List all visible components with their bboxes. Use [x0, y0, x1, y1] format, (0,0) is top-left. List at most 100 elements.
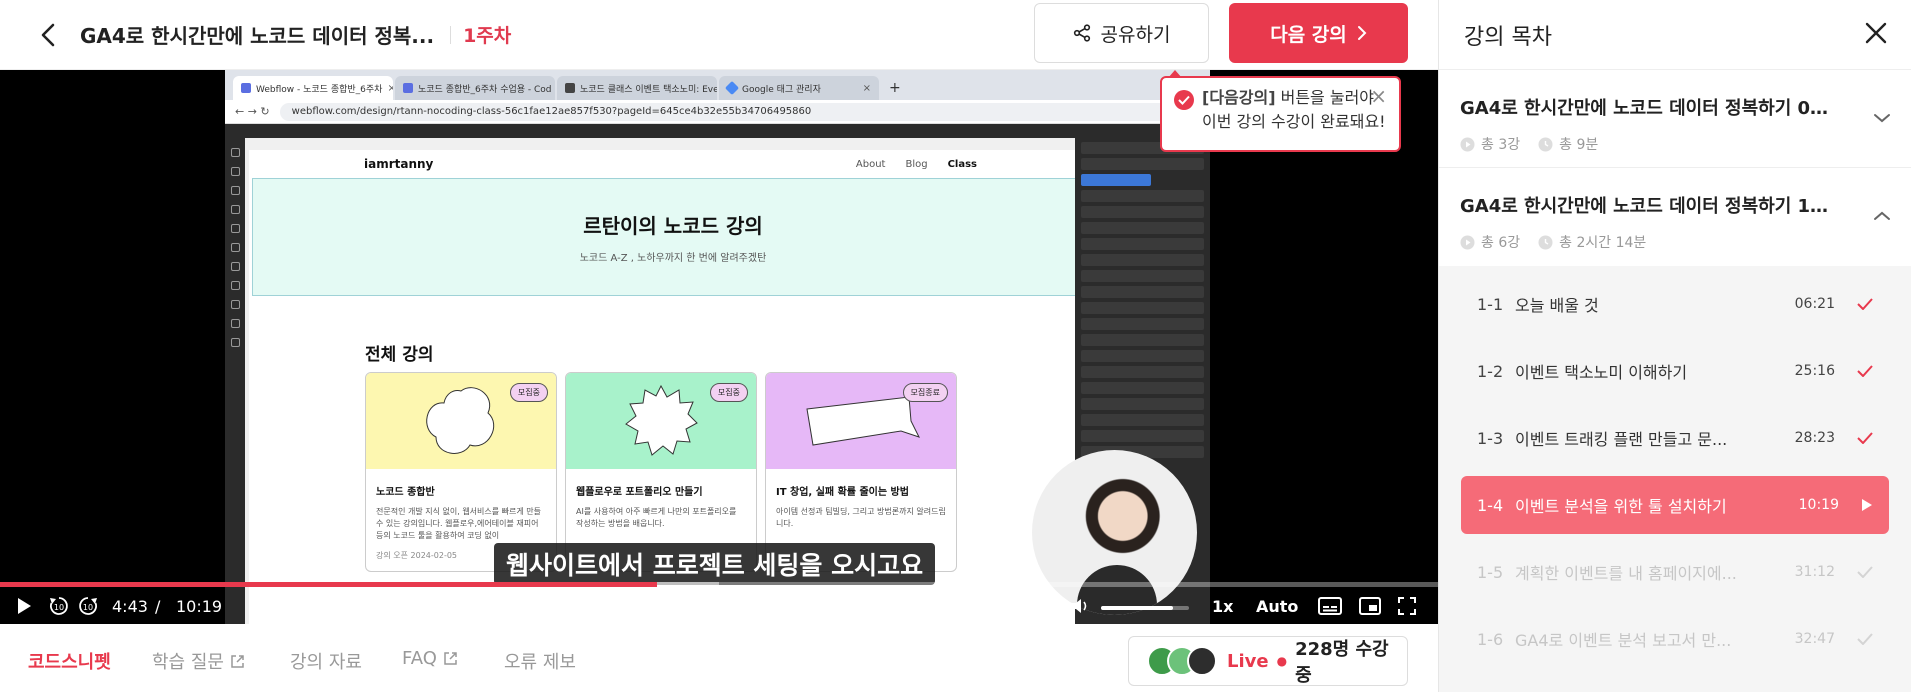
share-label: 공유하기: [1100, 23, 1171, 46]
callout-close-icon[interactable]: ×: [1370, 84, 1387, 108]
clock-icon: [1538, 235, 1553, 249]
site-links: About Blog Class: [856, 159, 977, 170]
back-button[interactable]: [30, 17, 66, 53]
chapter-meta: 총 6강 총 2시간 14분: [1460, 232, 1887, 252]
check-circle-icon: [1174, 90, 1194, 110]
lesson-count: 총 6강: [1460, 232, 1520, 252]
browser-tab: Google 태그 관리자 ×: [719, 76, 879, 100]
chevron-up-icon: [1873, 206, 1891, 225]
gtm-favicon-icon: [724, 80, 740, 96]
progress-bar[interactable]: [0, 582, 1438, 587]
chapter-duration: 총 9분: [1538, 134, 1598, 154]
title-divider: [450, 25, 452, 44]
tab-code-snippet[interactable]: 코드스니펫: [28, 648, 111, 674]
site-hero: 르탄이의 노코드 강의 노코드 A-Z , 노하우까지 한 번에 알려주겠탄: [252, 178, 1094, 296]
play-icon: [18, 598, 31, 614]
card-description: 아이템 선정과 팀빌딩, 그리고 방법론까지 알려드립니다.: [776, 507, 946, 528]
pip-button[interactable]: [1359, 597, 1381, 615]
card-thumbnail: 모집중: [366, 373, 556, 469]
check-icon: [1857, 432, 1873, 444]
site-logo: iamrtanny: [364, 157, 434, 171]
clock-icon: [1538, 137, 1553, 151]
lesson-item[interactable]: 1-5 계획한 이벤트를 내 홈페이지에... 31:12: [1461, 543, 1889, 601]
site-link-class: Class: [947, 158, 977, 170]
lesson-duration: 32:47: [1794, 631, 1835, 647]
lesson-name: GA4로 이벤트 분석 보고서 만...: [1515, 631, 1732, 650]
share-icon: [1073, 24, 1090, 42]
callout-arrow: [1168, 70, 1182, 78]
callout-line-1-rest: 버튼을 눌러야: [1275, 88, 1375, 107]
speed-button[interactable]: 1x: [1212, 597, 1233, 616]
tab-label: 오류 제보: [504, 652, 576, 673]
callout-line-1: [다음강의] 버튼을 눌러야: [1202, 86, 1389, 110]
panel-header: 강의 목차: [1439, 0, 1911, 70]
next-lecture-button[interactable]: 다음 강의: [1229, 3, 1408, 63]
callout-highlight: [다음강의]: [1202, 88, 1276, 107]
tab-lecture-materials[interactable]: 강의 자료: [290, 648, 362, 674]
chapter-1[interactable]: GA4로 한시간만에 노코드 데이터 정복하기 1... 총 6강 총 2시간 …: [1439, 168, 1911, 266]
check-icon: [1857, 365, 1873, 377]
rewind-10-button[interactable]: 10: [48, 595, 70, 617]
lesson-item[interactable]: 1-2 이벤트 택소노미 이해하기 25:16: [1461, 342, 1889, 400]
live-viewers-pill: Live ● 228명 수강 중: [1128, 636, 1408, 686]
chevron-down-icon: [1873, 108, 1891, 127]
play-button[interactable]: [16, 597, 32, 615]
card-thumbnail: 모집종료: [766, 373, 956, 469]
chapter-0[interactable]: GA4로 한시간만에 노코드 데이터 정복하기 0... 총 3강 총 9분: [1439, 70, 1911, 168]
chapter-duration-text: 총 2시간 14분: [1559, 235, 1647, 251]
chapter-title: GA4로 한시간만에 노코드 데이터 정복하기 0...: [1460, 98, 1830, 119]
lecture-page: GA4로 한시간만에 노코드 데이터 정복... 1주차 공유하기 다음 강의 …: [0, 0, 1911, 692]
check-icon: [1857, 298, 1873, 310]
new-tab-icon: +: [889, 80, 901, 96]
fullscreen-icon: [1398, 597, 1416, 615]
callout-line-2: 이번 강의 수강이 완료돼요!: [1202, 112, 1386, 131]
chapter-meta: 총 3강 총 9분: [1460, 134, 1887, 154]
lesson-list: 1-1 오늘 배울 것 06:21 1-2 이벤트 택소노미 이해하기 25:1…: [1439, 266, 1911, 692]
browser-tab: 노코드 종합반_6주차 수업용 - Cod×: [395, 76, 555, 100]
tab-learning-question[interactable]: 학습 질문: [152, 648, 245, 674]
webflow-left-toolbar: [225, 138, 245, 624]
fullscreen-button[interactable]: [1397, 596, 1417, 616]
video-subtitle: 웹사이트에서 프로젝트 세팅을 오시고요: [494, 543, 936, 585]
forward-10-button[interactable]: 10: [77, 595, 99, 617]
lesson-item-current[interactable]: 1-4 이벤트 분석을 위한 툴 설치하기 10:19: [1461, 476, 1889, 534]
lesson-item[interactable]: 1-3 이벤트 트래킹 플랜 만들고 문... 28:23: [1461, 409, 1889, 467]
tab-faq[interactable]: FAQ: [402, 648, 458, 669]
current-time: 4:43: [112, 597, 148, 616]
webflow-favicon-icon: [241, 83, 251, 93]
lesson-duration: 25:16: [1794, 363, 1835, 379]
svg-text:10: 10: [54, 603, 64, 612]
lesson-number: 1-3: [1477, 428, 1504, 448]
rewind-10-icon: 10: [50, 597, 68, 615]
avatar: [1187, 646, 1217, 676]
share-button[interactable]: 공유하기: [1034, 3, 1209, 63]
volume-slider[interactable]: [1101, 606, 1189, 610]
hero-title: 르탄이의 노코드 강의: [583, 214, 763, 238]
volume-button[interactable]: [1070, 596, 1090, 616]
panel-close-button[interactable]: [1865, 22, 1887, 48]
lesson-name: 오늘 배울 것: [1515, 296, 1599, 315]
viewer-avatars: [1147, 646, 1217, 676]
lesson-name: 계획한 이벤트를 내 홈페이지에...: [1515, 564, 1737, 583]
external-link-icon: [231, 654, 244, 668]
browser-url-bar: ← → ↻ webflow.com/design/rtann-nocoding-…: [225, 100, 1210, 124]
card-thumbnail: 모집중: [566, 373, 756, 469]
quality-button[interactable]: Auto: [1256, 597, 1298, 616]
lesson-item[interactable]: 1-1 오늘 배울 것 06:21: [1461, 275, 1889, 333]
tab-label: 학습 질문: [152, 652, 224, 673]
picture-in-picture-icon: [1359, 597, 1381, 615]
browser-tab-label: Google 태그 관리자: [742, 84, 821, 95]
volume-fill: [1101, 606, 1174, 610]
time-separator: /: [155, 597, 161, 616]
tab-error-report[interactable]: 오류 제보: [504, 648, 576, 674]
course-card: 모집종료 IT 창업, 실패 확률 줄이는 방법 아이템 선정과 팀빌딩, 그리…: [765, 372, 957, 572]
play-circle-icon: [1460, 235, 1475, 249]
lesson-number: 1-5: [1477, 562, 1504, 582]
tab-label: FAQ: [402, 648, 437, 669]
video-player[interactable]: Webflow - 노코드 종합반_6주차 × 노코드 종합반_6주차 수업용 -…: [0, 70, 1438, 624]
close-icon: [1865, 22, 1887, 43]
lesson-item[interactable]: 1-6 GA4로 이벤트 분석 보고서 만... 32:47: [1461, 610, 1889, 668]
subtitles-button[interactable]: [1318, 597, 1342, 615]
browser-tab-label: Webflow - 노코드 종합반_6주차: [256, 84, 383, 95]
external-link-icon: [444, 652, 457, 665]
